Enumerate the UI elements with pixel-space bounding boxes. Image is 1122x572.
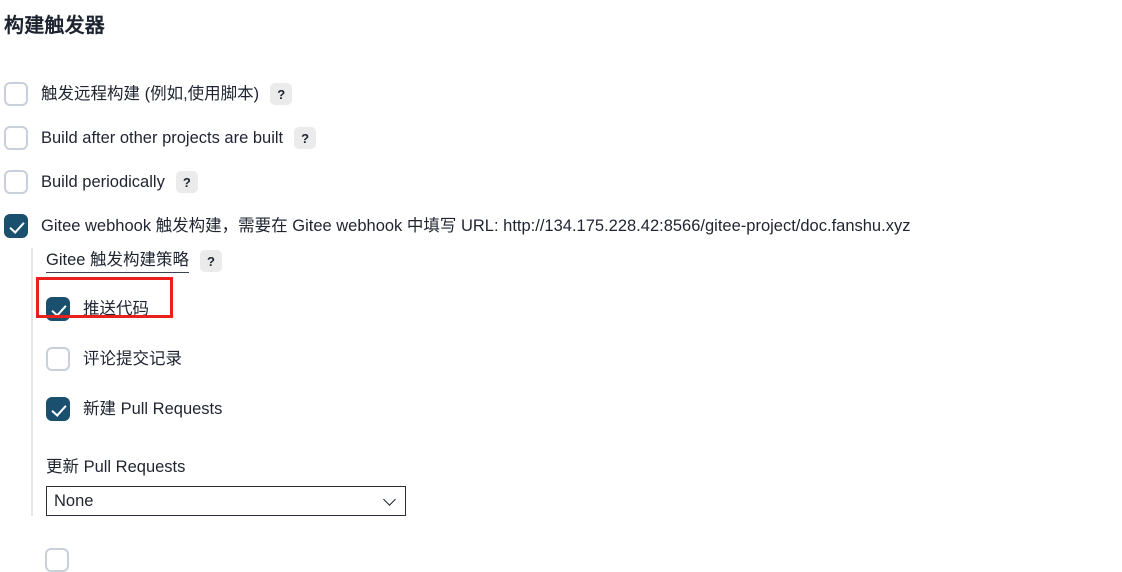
label-push-code: 推送代码	[83, 300, 149, 318]
help-icon-trigger-remote-build[interactable]: ?	[270, 83, 293, 105]
help-icon-build-periodically[interactable]: ?	[175, 171, 198, 193]
gitee-strategy-heading-row: Gitee 触发构建策略 ?	[46, 248, 1111, 274]
gitee-option-row-push-code[interactable]: 推送代码	[46, 284, 1111, 334]
label-update-pull-requests: 更新 Pull Requests	[46, 458, 186, 476]
update-pull-requests-select[interactable]: None	[46, 486, 406, 516]
label-build-after-other-projects: Build after other projects are built	[41, 129, 284, 147]
help-icon-build-after-other-projects[interactable]: ?	[294, 127, 317, 149]
page-title: 构建触发器	[4, 15, 105, 37]
label-build-periodically: Build periodically	[41, 173, 165, 191]
label-trigger-remote-build: 触发远程构建 (例如,使用脚本)	[41, 85, 260, 103]
label-new-pull-requests: 新建 Pull Requests	[83, 400, 223, 418]
label-gitee-webhook: Gitee webhook 触发构建，需要在 Gitee webhook 中填写…	[41, 217, 911, 235]
trigger-row-gitee-webhook[interactable]: Gitee webhook 触发构建，需要在 Gitee webhook 中填写…	[4, 204, 1114, 248]
trigger-row-build-after-other-projects[interactable]: Build after other projects are built ?	[4, 116, 1114, 160]
checkbox-trigger-remote-build[interactable]	[4, 82, 28, 106]
checkbox-push-code[interactable]	[46, 297, 70, 321]
label-comment-commit-record: 评论提交记录	[83, 350, 182, 368]
trigger-row-build-periodically[interactable]: Build periodically ?	[4, 160, 1114, 204]
checkbox-new-pull-requests[interactable]	[46, 397, 70, 421]
gitee-strategy-heading: Gitee 触发构建策略	[46, 249, 190, 273]
checkbox-build-after-other-projects[interactable]	[4, 126, 28, 150]
trigger-options-list: 触发远程构建 (例如,使用脚本) ? Build after other pro…	[4, 72, 1114, 248]
gitee-strategy-section: Gitee 触发构建策略 ? 推送代码 评论提交记录 新建 Pull Reque…	[31, 248, 1111, 516]
update-pull-requests-select-wrap[interactable]: None	[46, 486, 406, 516]
checkbox-build-periodically[interactable]	[4, 170, 28, 194]
checkbox-comment-commit-record[interactable]	[46, 347, 70, 371]
trigger-row-remote-build[interactable]: 触发远程构建 (例如,使用脚本) ?	[4, 72, 1114, 116]
checkbox-gitee-webhook[interactable]	[4, 214, 28, 238]
checkbox-partial-below-fold[interactable]	[45, 548, 69, 572]
build-triggers-page: 构建触发器 触发远程构建 (例如,使用脚本) ? Build after oth…	[0, 0, 1122, 572]
help-icon-gitee-strategy[interactable]: ?	[200, 250, 223, 272]
gitee-option-row-new-pull-requests[interactable]: 新建 Pull Requests	[46, 384, 1111, 434]
gitee-option-row-comment-commit-record[interactable]: 评论提交记录	[46, 334, 1111, 384]
